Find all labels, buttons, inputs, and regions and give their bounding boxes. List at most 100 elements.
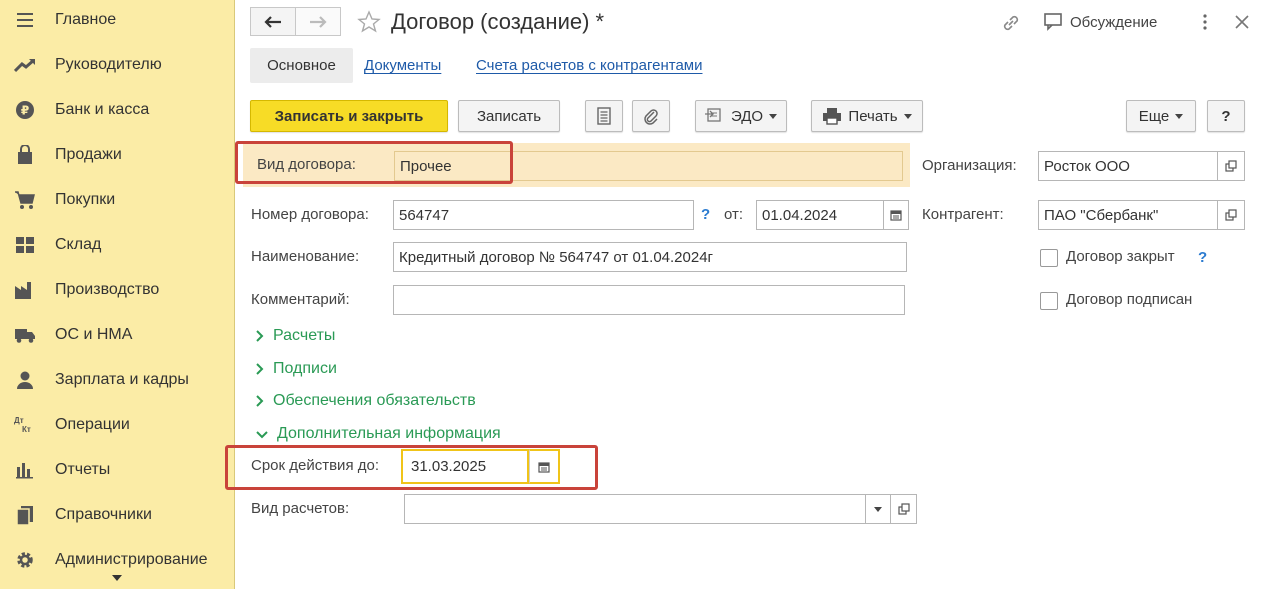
- sidebar-item-manager[interactable]: Руководителю: [0, 42, 234, 87]
- sidebar-item-production[interactable]: Производство: [0, 267, 234, 312]
- sidebar-item-purchases[interactable]: Покупки: [0, 177, 234, 222]
- sidebar-item-assets[interactable]: ОС и НМА: [0, 312, 234, 357]
- sidebar-item-operations[interactable]: Дт Кт Операции: [0, 402, 234, 447]
- back-button[interactable]: [250, 7, 296, 36]
- discussion-label: Обсуждение: [1070, 13, 1158, 31]
- menu-icon: [14, 9, 36, 31]
- group-additional-info[interactable]: Дополнительная информация: [255, 425, 501, 443]
- contract-date-field[interactable]: 01.04.2024: [756, 200, 884, 230]
- sidebar-scroll-down[interactable]: [0, 568, 234, 588]
- group-signatures[interactable]: Подписи: [255, 360, 337, 378]
- caret-down-icon: [769, 113, 778, 119]
- help-button[interactable]: ?: [1207, 100, 1245, 132]
- edo-label: ЭДО: [730, 107, 764, 125]
- counterparty-open-button[interactable]: [1218, 200, 1245, 230]
- tab-documents[interactable]: Документы: [364, 48, 441, 83]
- counterparty-field[interactable]: ПАО "Сбербанк": [1038, 200, 1218, 230]
- contract-signed-checkbox[interactable]: [1040, 292, 1058, 310]
- page-title: Договор (создание) *: [391, 9, 605, 34]
- sidebar-item-label: Руководителю: [55, 55, 162, 73]
- group-obligations[interactable]: Обеспечения обязательств: [255, 392, 476, 410]
- caret-down-icon: [874, 506, 882, 512]
- contract-type-field[interactable]: Прочее: [394, 151, 903, 181]
- sidebar-item-label: Главное: [55, 10, 117, 28]
- save-button[interactable]: Записать: [458, 100, 560, 132]
- print-button[interactable]: Печать: [811, 100, 923, 132]
- contract-signed-label: Договор подписан: [1066, 291, 1193, 308]
- save-and-close-button[interactable]: Записать и закрыть: [250, 100, 448, 132]
- favorite-star-icon[interactable]: [357, 10, 381, 38]
- sidebar-item-label: Администрирование: [55, 550, 208, 568]
- attach-button[interactable]: [632, 100, 670, 132]
- more-options-icon[interactable]: [1199, 12, 1211, 32]
- sidebar-item-label: Зарплата и кадры: [55, 370, 189, 388]
- arrow-left-icon: [264, 15, 281, 28]
- sidebar-item-bank[interactable]: ₽ Банк и касса: [0, 87, 234, 132]
- contract-closed-label: Договор закрыт: [1066, 248, 1175, 265]
- document-list-icon: [597, 107, 611, 125]
- cart-icon: [14, 189, 36, 211]
- sidebar-item-warehouse[interactable]: Склад: [0, 222, 234, 267]
- close-icon[interactable]: [1234, 14, 1250, 30]
- journal-button[interactable]: [585, 100, 623, 132]
- sidebar-item-reports[interactable]: Отчеты: [0, 447, 234, 492]
- comment-label: Комментарий:: [251, 291, 350, 308]
- forward-button[interactable]: [295, 7, 341, 36]
- organization-open-button[interactable]: [1218, 151, 1245, 181]
- chevron-down-icon: [256, 430, 268, 438]
- print-label: Печать: [848, 107, 898, 125]
- factory-icon: [14, 279, 36, 301]
- payment-type-label: Вид расчетов:: [251, 500, 350, 517]
- comment-field[interactable]: [393, 285, 905, 315]
- calendar-icon: [890, 210, 902, 221]
- date-from-label: от:: [724, 206, 744, 223]
- sidebar-item-references[interactable]: Справочники: [0, 492, 234, 537]
- tab-accounts[interactable]: Счета расчетов с контрагентами: [476, 48, 702, 83]
- chevron-right-icon: [256, 395, 264, 407]
- sidebar-item-label: Склад: [55, 235, 102, 253]
- sidebar-item-sales[interactable]: Продажи: [0, 132, 234, 177]
- trend-icon: [14, 54, 36, 76]
- dt-kt-icon: Дт Кт: [14, 414, 36, 436]
- payment-type-field[interactable]: [404, 494, 866, 524]
- date-picker-button[interactable]: [884, 200, 909, 230]
- sidebar-item-main[interactable]: Главное: [0, 0, 234, 42]
- sidebar-item-salary[interactable]: Зарплата и кадры: [0, 357, 234, 402]
- name-field[interactable]: Кредитный договор № 564747 от 01.04.2024…: [393, 242, 907, 272]
- sidebar-item-label: Банк и касса: [55, 100, 150, 118]
- group-obligations-label: Обеспечения обязательств: [273, 392, 476, 409]
- valid-until-date-picker[interactable]: [529, 449, 560, 484]
- more-label: Еще: [1138, 107, 1170, 125]
- edo-button[interactable]: ЭДО: [695, 100, 787, 132]
- chat-icon: [1044, 13, 1062, 31]
- discussion-button[interactable]: Обсуждение: [1042, 12, 1157, 32]
- bar-chart-icon: [14, 459, 36, 481]
- open-icon: [897, 503, 910, 515]
- more-button[interactable]: Еще: [1126, 100, 1196, 132]
- dt-text: Дт: [14, 415, 24, 425]
- group-signatures-label: Подписи: [273, 360, 337, 377]
- caret-down-icon: [1175, 113, 1184, 119]
- tab-main[interactable]: Основное: [250, 48, 353, 83]
- valid-until-field[interactable]: 31.03.2025: [401, 449, 529, 484]
- caret-down-icon: [903, 113, 912, 119]
- sidebar-item-label: Продажи: [55, 145, 122, 163]
- paperclip-icon: [644, 109, 658, 125]
- link-icon[interactable]: [1000, 12, 1022, 34]
- sidebar-item-label: ОС и НМА: [55, 325, 133, 343]
- payment-type-open-button[interactable]: [891, 494, 917, 524]
- person-icon: [14, 369, 36, 391]
- contract-closed-checkbox[interactable]: [1040, 249, 1058, 267]
- sidebar-item-label: Отчеты: [55, 460, 111, 478]
- contract-number-field[interactable]: 564747: [393, 200, 694, 230]
- group-payments[interactable]: Расчеты: [255, 327, 335, 345]
- group-additional-label: Дополнительная информация: [277, 425, 501, 442]
- payment-type-dropdown-button[interactable]: [866, 494, 891, 524]
- open-icon: [1225, 209, 1237, 221]
- sidebar-item-label: Операции: [55, 415, 130, 433]
- chevron-right-icon: [256, 363, 264, 375]
- contract-type-label: Вид договора:: [257, 156, 356, 173]
- organization-field[interactable]: Росток ООО: [1038, 151, 1218, 181]
- closed-help-icon[interactable]: ?: [1198, 249, 1207, 266]
- number-help-icon[interactable]: ?: [701, 206, 710, 223]
